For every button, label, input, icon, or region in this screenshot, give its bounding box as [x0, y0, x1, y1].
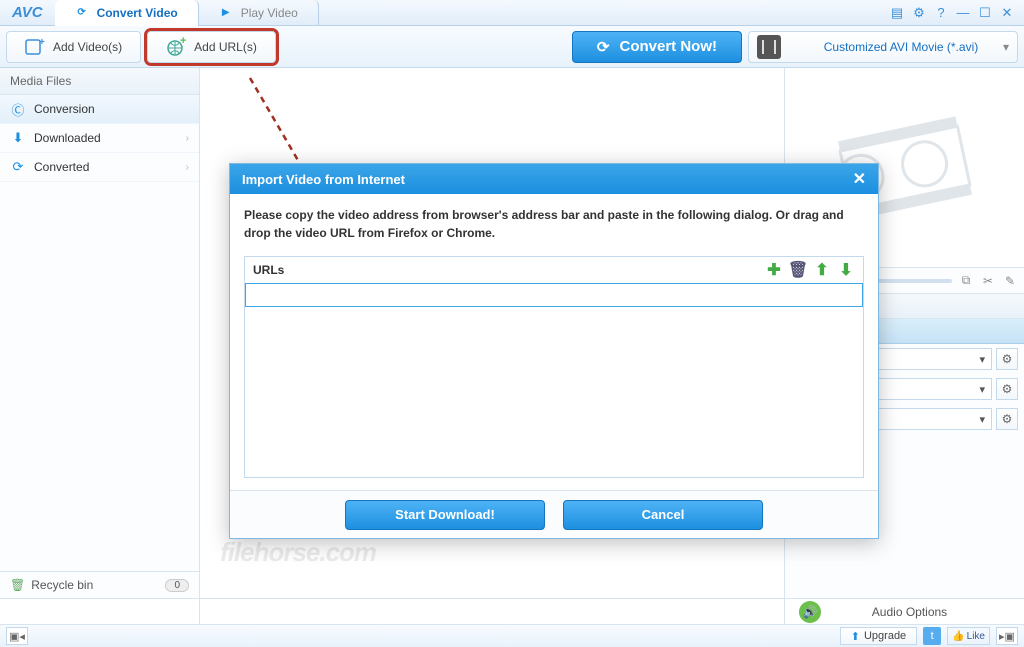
import-url-dialog: Import Video from Internet ✕ Please copy… [229, 163, 879, 539]
cancel-button[interactable]: Cancel [563, 500, 763, 530]
output-format-selector[interactable]: Customized AVI Movie (*.avi) ▾ [748, 31, 1018, 63]
globe-plus-icon: + [166, 37, 186, 57]
sidebar-item-label: Downloaded [34, 131, 101, 145]
svg-text:+: + [180, 37, 186, 47]
refresh-icon: ⟳ [75, 6, 89, 20]
start-download-button[interactable]: Start Download! [345, 500, 545, 530]
panel-toggle-left[interactable]: ▣◂ [6, 627, 28, 645]
recycle-count: 0 [165, 579, 189, 592]
statusbar: ▣◂ ⬆ Upgrade t 👍Like ▸▣ [0, 624, 1024, 647]
chevron-down-icon: ▾ [979, 413, 985, 426]
chevron-down-icon: ▾ [1003, 40, 1009, 54]
maximize-button[interactable]: ☐ [976, 4, 994, 22]
option-gear-3[interactable]: ⚙ [996, 408, 1018, 430]
convert-now-button[interactable]: ⟳ Convert Now! [572, 31, 742, 63]
close-button[interactable]: ✕ [998, 4, 1016, 22]
tab-convert-video[interactable]: ⟳ Convert Video [55, 0, 199, 26]
upgrade-icon: ⬆ [851, 630, 860, 643]
url-list[interactable] [245, 307, 863, 477]
urls-label: URLs [253, 263, 284, 277]
titlebar: AVC ⟳ Convert Video ▶ Play Video ▤ ⚙ ? —… [0, 0, 1024, 26]
app-logo: AVC [0, 4, 55, 21]
dialog-footer: Start Download! Cancel [230, 490, 878, 538]
sidebar-item-downloaded[interactable]: ⬇ Downloaded › [0, 124, 199, 153]
recycle-label: Recycle bin [31, 578, 93, 592]
conversion-icon: Ⓒ [10, 101, 26, 117]
help-icon[interactable]: ? [932, 4, 950, 22]
window-controls: ▤ ⚙ ? — ☐ ✕ [888, 4, 1024, 22]
sidebar-item-conversion[interactable]: Ⓒ Conversion [0, 95, 199, 124]
dialog-title: Import Video from Internet [242, 172, 405, 187]
recycle-bin[interactable]: 🗑 Recycle bin 0 [0, 571, 199, 598]
audio-options-bar: 🔊 Audio Options [0, 598, 1024, 624]
option-gear-2[interactable]: ⚙ [996, 378, 1018, 400]
tools-icon[interactable]: ✎ [1002, 273, 1018, 289]
tab-play-video[interactable]: ▶ Play Video [199, 0, 319, 26]
chevron-right-icon: › [186, 162, 189, 173]
dialog-message: Please copy the video address from brows… [244, 206, 864, 242]
toolbar: + Add Video(s) + Add URL(s) ⟳ Convert No… [0, 26, 1024, 68]
snapshot-icon[interactable]: ⧉ [958, 273, 974, 289]
cut-icon[interactable]: ✂ [980, 273, 996, 289]
button-label: Convert Now! [620, 38, 718, 55]
tab-label: Play Video [241, 6, 298, 20]
audio-icon[interactable]: 🔊 [799, 601, 821, 623]
chevron-down-icon: ▾ [979, 383, 985, 396]
facebook-like-button[interactable]: 👍Like [947, 627, 990, 645]
add-urls-button[interactable]: + Add URL(s) [147, 31, 276, 63]
twitter-icon[interactable]: t [923, 627, 941, 645]
upgrade-button[interactable]: ⬆ Upgrade [840, 627, 917, 645]
minimize-button[interactable]: — [954, 4, 972, 22]
tab-label: Convert Video [97, 6, 178, 20]
format-label: Customized AVI Movie (*.avi) [799, 40, 1003, 54]
chevron-right-icon: › [186, 133, 189, 144]
gear-icon[interactable]: ⚙ [910, 4, 928, 22]
play-icon: ▶ [219, 6, 233, 20]
download-icon: ⬇ [10, 130, 26, 146]
chevron-down-icon: ▾ [979, 353, 985, 366]
button-label: Add Video(s) [53, 40, 122, 54]
move-up-icon[interactable]: ⬆ [813, 261, 831, 279]
panel-toggle-right[interactable]: ▸▣ [996, 627, 1018, 645]
add-url-icon[interactable]: ✚ [765, 261, 783, 279]
option-gear-1[interactable]: ⚙ [996, 348, 1018, 370]
move-down-icon[interactable]: ⬇ [837, 261, 855, 279]
film-icon [757, 35, 781, 59]
refresh-icon: ⟳ [597, 38, 610, 56]
film-plus-icon: + [25, 37, 45, 57]
dialog-close-button[interactable]: ✕ [853, 169, 866, 189]
sidebar: Media Files Ⓒ Conversion ⬇ Downloaded › … [0, 68, 200, 598]
sidebar-item-converted[interactable]: ⟳ Converted › [0, 153, 199, 182]
sidebar-header: Media Files [0, 68, 199, 95]
svg-text:+: + [39, 37, 45, 48]
audio-options-label[interactable]: Audio Options [835, 605, 1024, 619]
dialog-titlebar: Import Video from Internet ✕ [230, 164, 878, 194]
button-label: Add URL(s) [194, 40, 257, 54]
url-list-frame: URLs ✚ 🗑 ⬆ ⬇ [244, 256, 864, 478]
converted-icon: ⟳ [10, 159, 26, 175]
trash-icon: 🗑 [10, 578, 25, 592]
add-videos-button[interactable]: + Add Video(s) [6, 31, 141, 63]
upgrade-label: Upgrade [864, 630, 906, 642]
sidebar-item-label: Converted [34, 160, 89, 174]
menu-icon[interactable]: ▤ [888, 4, 906, 22]
watermark: filehorse.com [220, 537, 376, 568]
sidebar-item-label: Conversion [34, 102, 95, 116]
delete-url-icon[interactable]: 🗑 [789, 261, 807, 279]
url-input[interactable] [245, 283, 863, 307]
